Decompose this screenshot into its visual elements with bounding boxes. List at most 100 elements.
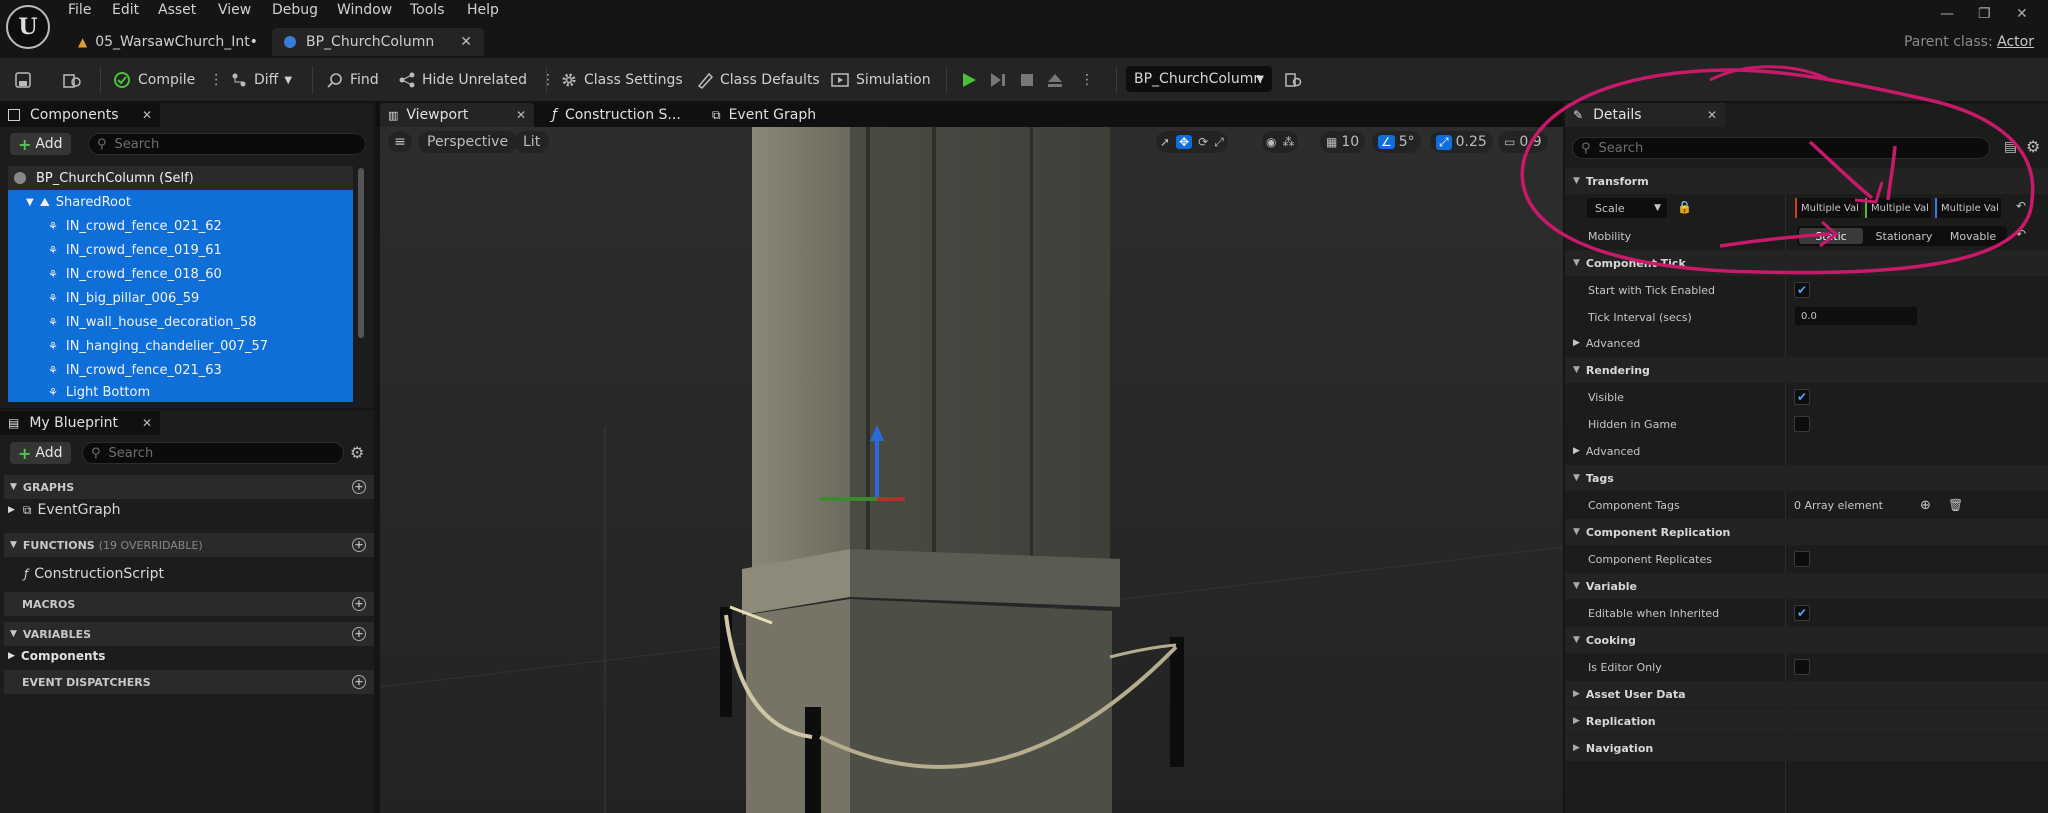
simulation-button[interactable]: Simulation [830,58,931,102]
add-function-icon[interactable]: + [352,538,366,552]
view-mode-button[interactable]: Lit [514,131,550,153]
tab-viewport[interactable]: ▥ Viewport ✕ [380,103,534,127]
category-component-replication[interactable]: ▼ Component Replication [1565,519,2048,545]
surface-snap-icon[interactable]: ⁂ [1282,135,1294,149]
category-asset-user-data[interactable]: ▶ Asset User Data [1565,681,2048,707]
section-event-dispatchers[interactable]: EVENT DISPATCHERS + [4,670,374,694]
step-button[interactable] [988,58,1014,102]
components-add-button[interactable]: + Add [10,133,71,155]
start-tick-checkbox[interactable]: ✔ [1794,282,1810,298]
section-functions[interactable]: ▼ FUNCTIONS (19 OVERRIDABLE) + [4,533,374,557]
mobility-movable-button[interactable]: Movable [1943,228,2003,244]
perspective-button[interactable]: Perspective [418,131,518,153]
world-space-icon[interactable]: ◉ [1266,135,1276,149]
reset-icon[interactable]: ↶ [2016,199,2026,213]
component-replicates-checkbox[interactable] [1794,551,1810,567]
unreal-logo-icon[interactable]: U [6,5,50,49]
hamburger-menu-icon[interactable]: ≡ [388,131,412,153]
menu-file[interactable]: File [68,2,91,24]
components-scrollbar[interactable] [358,168,364,338]
close-icon[interactable]: ✕ [142,108,152,122]
components-category[interactable]: ▶ Components [8,649,105,663]
restore-icon[interactable]: ❐ [1978,6,1991,22]
scale-y-field[interactable]: Multiple Val [1865,198,1931,218]
scale-icon[interactable]: ⤢ [1214,135,1224,150]
class-settings-button[interactable]: Class Settings [560,58,683,102]
find-button[interactable]: Find [326,58,379,102]
details-tab[interactable]: ✎ Details ✕ [1565,103,1725,127]
component-item[interactable]: ⚘ IN_hanging_chandelier_007_57 [8,334,353,358]
parent-class-link[interactable]: Actor [1997,34,2034,50]
tab-blueprint[interactable]: BP_ChurchColumn ✕ [272,28,484,56]
add-dispatcher-icon[interactable]: + [352,675,366,689]
category-cooking[interactable]: ▼ Cooking [1565,627,2048,653]
rotate-icon[interactable]: ⟳ [1198,135,1208,149]
category-transform[interactable]: ▼ Transform [1565,168,2048,194]
tab-level[interactable]: ▲ 05_WarsawChurch_Int• [70,28,266,56]
editable-when-inherited-checkbox[interactable]: ✔ [1794,605,1810,621]
trash-icon[interactable]: 🗑 [1948,498,1963,512]
camera-speed-button[interactable]: ▭ 0.9 [1498,131,1548,153]
components-search-input[interactable]: ⚲ Search [88,133,366,155]
hidden-in-game-checkbox[interactable] [1794,416,1810,432]
mobility-static-button[interactable]: Static [1799,228,1863,244]
category-rendering[interactable]: ▼ Rendering [1565,357,2048,383]
eject-button[interactable] [1046,58,1070,102]
details-search-input[interactable]: ⚲ Search [1572,137,1990,159]
gear-icon[interactable]: ⚙ [350,443,364,462]
component-item[interactable]: ⚘ IN_wall_house_decoration_58 [8,310,353,334]
browse-debug-icon[interactable] [1284,58,1308,102]
blueprint-search-input[interactable]: ⚲ Search [82,442,344,464]
menu-debug[interactable]: Debug [272,2,318,24]
menu-view[interactable]: View [218,2,251,24]
row-advanced-tick[interactable]: ▶ Advanced [1565,330,2048,356]
component-item[interactable]: ⚘ Light Bottom [8,382,353,402]
reset-icon[interactable]: ↶ [2016,227,2026,241]
scale-x-field[interactable]: Multiple Val [1795,198,1861,218]
minimize-icon[interactable]: — [1940,6,1954,22]
tick-interval-input[interactable]: 0.0 [1795,307,1917,325]
scale-mode-select[interactable]: Scale ▼ [1587,198,1667,218]
stop-button[interactable] [1018,58,1042,102]
section-macros[interactable]: MACROS + [4,592,374,616]
tab-event-graph[interactable]: ⧉ Event Graph [706,103,836,127]
close-icon[interactable]: ✕ [460,34,472,50]
play-button[interactable] [960,58,984,102]
add-graph-icon[interactable]: + [352,480,366,494]
compile-button[interactable]: Compile ⋮ [112,58,223,102]
scale-z-field[interactable]: Multiple Val [1935,198,2001,218]
component-item[interactable]: ⚘ IN_crowd_fence_021_62 [8,214,353,238]
more-options-icon[interactable]: ⋮ [541,72,555,88]
close-window-icon[interactable]: ✕ [2016,6,2028,22]
category-replication[interactable]: ▶ Replication [1565,708,2048,734]
tab-construction-script[interactable]: ƒ Construction S... [546,103,696,127]
menu-asset[interactable]: Asset [158,2,196,24]
component-item[interactable]: ⚘ IN_big_pillar_006_59 [8,286,353,310]
table-view-icon[interactable]: ▤ [2004,139,2017,155]
add-element-icon[interactable]: ⊕ [1920,498,1931,513]
category-tags[interactable]: ▼ Tags [1565,465,2048,491]
my-blueprint-tab[interactable]: ▤ My Blueprint ✕ [0,411,160,435]
more-options-icon[interactable]: ⋮ [209,72,223,88]
viewport-3d[interactable]: ≡ Perspective Lit ➚ ✥ ⟳ ⤢ ◉ ⁂ ▦ 10 ∠ 5° … [380,127,1563,813]
components-tab[interactable]: Components ✕ [0,103,160,127]
lock-icon[interactable]: 🔒 [1677,200,1692,214]
class-defaults-button[interactable]: Class Defaults [696,58,820,102]
rotation-snap-toggle[interactable]: ∠ 5° [1372,131,1421,153]
menu-help[interactable]: Help [467,2,499,24]
category-variable[interactable]: ▼ Variable [1565,573,2048,599]
component-item[interactable]: ⚘ IN_crowd_fence_018_60 [8,262,353,286]
grid-snap-toggle[interactable]: ▦ 10 [1320,131,1366,153]
more-options-icon[interactable]: ⋮ [1080,58,1094,102]
browse-icon[interactable] [62,58,88,102]
menu-edit[interactable]: Edit [112,2,139,24]
select-icon[interactable]: ➚ [1160,135,1170,149]
component-item[interactable]: ⚘ IN_crowd_fence_019_61 [8,238,353,262]
is-editor-only-checkbox[interactable] [1794,659,1810,675]
save-icon[interactable] [14,58,38,102]
row-advanced-rendering[interactable]: ▶ Advanced [1565,438,2048,464]
close-icon[interactable]: ✕ [516,108,526,122]
category-component-tick[interactable]: ▼ Component Tick [1565,250,2048,276]
component-self[interactable]: BP_ChurchColumn (Self) [8,166,353,190]
diff-button[interactable]: Diff ▼ [230,58,292,102]
